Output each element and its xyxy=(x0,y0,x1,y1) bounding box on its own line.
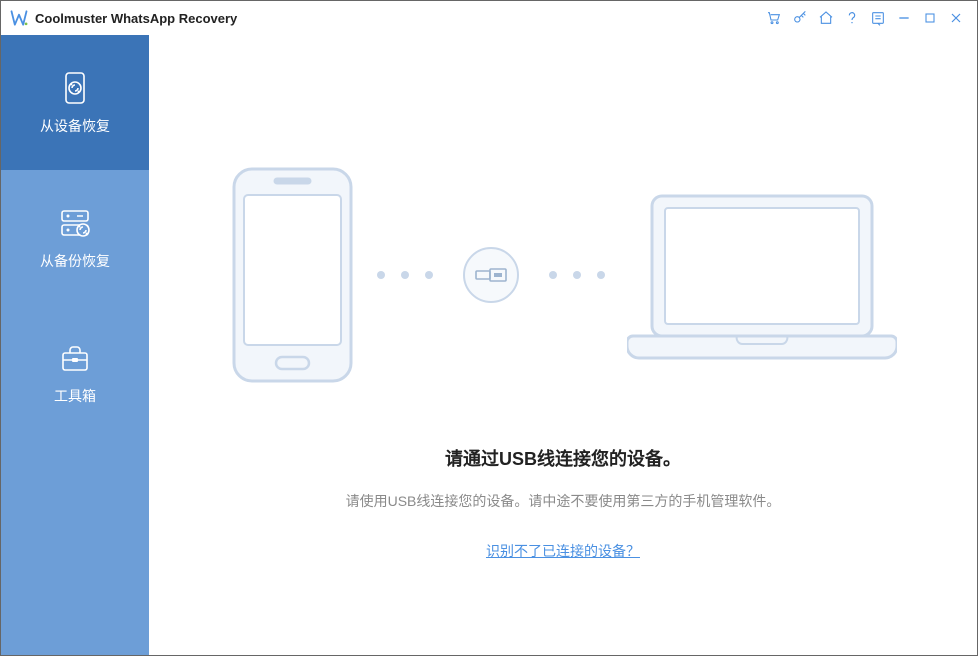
cart-icon[interactable] xyxy=(761,5,787,31)
app-title: Coolmuster WhatsApp Recovery xyxy=(35,11,237,26)
app-logo-icon xyxy=(9,8,29,28)
sidebar-item-label: 从备份恢复 xyxy=(40,251,110,271)
titlebar: Coolmuster WhatsApp Recovery xyxy=(1,1,977,35)
phone-illustration-icon xyxy=(230,165,355,385)
sidebar: 从设备恢复 从备份恢复 xyxy=(1,35,149,655)
connection-dots-right xyxy=(541,271,613,279)
instruction-text-block: 请通过USB线连接您的设备。 请使用USB线连接您的设备。请中途不要使用第三方的… xyxy=(346,445,781,561)
phone-recover-icon xyxy=(57,70,93,106)
sidebar-item-label: 从设备恢复 xyxy=(40,116,110,136)
sidebar-item-recover-from-device[interactable]: 从设备恢复 xyxy=(1,35,149,170)
help-icon[interactable] xyxy=(839,5,865,31)
close-button[interactable] xyxy=(943,5,969,31)
toolbox-icon xyxy=(57,340,93,376)
maximize-button[interactable] xyxy=(917,5,943,31)
usb-connector-icon xyxy=(463,247,519,303)
device-not-recognized-link[interactable]: 识别不了已连接的设备？ xyxy=(486,541,640,561)
minimize-button[interactable] xyxy=(891,5,917,31)
sidebar-item-label: 工具箱 xyxy=(54,386,96,406)
instruction-subtext: 请使用USB线连接您的设备。请中途不要使用第三方的手机管理软件。 xyxy=(346,491,781,511)
connection-dots-left xyxy=(369,271,441,279)
connection-illustration xyxy=(149,165,977,385)
home-icon[interactable] xyxy=(813,5,839,31)
feedback-icon[interactable] xyxy=(865,5,891,31)
backup-recover-icon xyxy=(57,205,93,241)
laptop-illustration-icon xyxy=(627,188,897,363)
key-icon[interactable] xyxy=(787,5,813,31)
sidebar-item-recover-from-backup[interactable]: 从备份恢复 xyxy=(1,170,149,305)
sidebar-item-toolbox[interactable]: 工具箱 xyxy=(1,305,149,440)
instruction-headline: 请通过USB线连接您的设备。 xyxy=(346,445,781,471)
main-panel: 请通过USB线连接您的设备。 请使用USB线连接您的设备。请中途不要使用第三方的… xyxy=(149,35,977,655)
